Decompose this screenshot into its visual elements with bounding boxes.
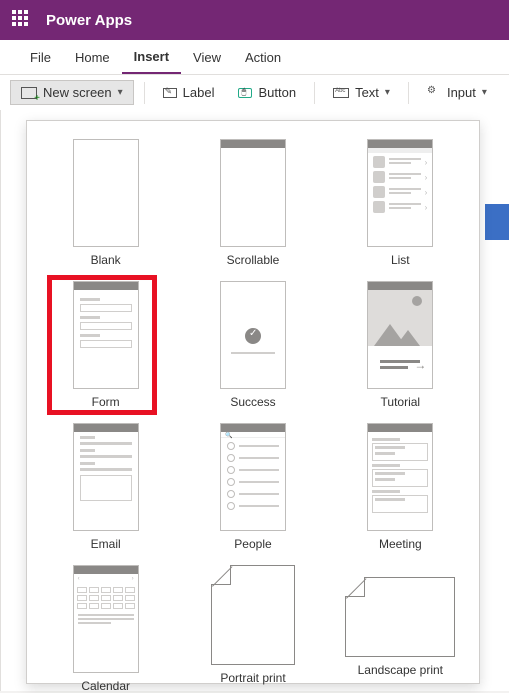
thumb-people: 🔍	[220, 423, 286, 531]
button-text: Button	[258, 85, 296, 100]
template-form[interactable]: Form	[37, 281, 174, 409]
check-icon	[245, 328, 261, 344]
label-people: People	[234, 537, 271, 551]
template-people[interactable]: 🔍 People	[184, 423, 321, 551]
menu-action[interactable]: Action	[233, 42, 293, 73]
template-success[interactable]: Success	[184, 281, 321, 409]
screen-icon	[21, 87, 37, 99]
label-tutorial: Tutorial	[381, 395, 421, 409]
input-label: Input	[447, 85, 476, 100]
new-screen-button[interactable]: New screen ▾	[10, 80, 134, 105]
thumb-email	[73, 423, 139, 531]
thumb-success	[220, 281, 286, 389]
input-icon	[427, 88, 441, 98]
label-button[interactable]: Label	[155, 81, 223, 104]
app-title: Power Apps	[46, 12, 132, 29]
template-calendar[interactable]: ‹› Calendar	[37, 565, 174, 693]
template-email[interactable]: Email	[37, 423, 174, 551]
thumb-meeting	[367, 423, 433, 531]
separator	[408, 82, 409, 104]
thumb-blank	[73, 139, 139, 247]
thumb-portrait-print	[211, 565, 295, 665]
chevron-down-icon: ▾	[385, 87, 390, 98]
menu-bar: File Home Insert View Action	[0, 40, 509, 74]
chevron-down-icon: ▾	[118, 87, 123, 98]
template-list[interactable]: › › › › List	[332, 139, 469, 267]
text-dropdown[interactable]: Text ▾	[325, 81, 398, 104]
selected-row-indicator	[485, 204, 509, 240]
template-meeting[interactable]: Meeting	[332, 423, 469, 551]
thumb-landscape-print	[345, 577, 455, 657]
menu-home[interactable]: Home	[63, 42, 122, 73]
label-email: Email	[91, 537, 121, 551]
label-meeting: Meeting	[379, 537, 422, 551]
input-dropdown[interactable]: Input ▾	[419, 81, 495, 104]
new-screen-label: New screen	[43, 85, 112, 100]
template-portrait-print[interactable]: Portrait print	[184, 565, 321, 693]
text-icon	[333, 88, 349, 98]
arrow-right-icon: →	[414, 358, 426, 372]
template-tutorial[interactable]: → Tutorial	[332, 281, 469, 409]
thumb-calendar: ‹›	[73, 565, 139, 673]
button-button[interactable]: Button	[230, 81, 304, 104]
thumb-tutorial: →	[367, 281, 433, 389]
menu-view[interactable]: View	[181, 42, 233, 73]
template-blank[interactable]: Blank	[37, 139, 174, 267]
label-text: Label	[183, 85, 215, 100]
label-landscape-print: Landscape print	[358, 663, 443, 677]
text-label: Text	[355, 85, 379, 100]
chevron-down-icon: ▾	[482, 87, 487, 98]
label-success: Success	[230, 395, 275, 409]
template-landscape-print[interactable]: Landscape print	[332, 565, 469, 693]
label-form: Form	[92, 395, 120, 409]
separator	[314, 82, 315, 104]
separator	[144, 82, 145, 104]
label-scrollable: Scrollable	[227, 253, 280, 267]
label-list: List	[391, 253, 410, 267]
label-blank: Blank	[91, 253, 121, 267]
menu-insert[interactable]: Insert	[122, 41, 181, 74]
label-icon	[163, 88, 177, 98]
thumb-scrollable	[220, 139, 286, 247]
thumb-list: › › › ›	[367, 139, 433, 247]
new-screen-dropdown: Blank Scrollable › › › › List	[26, 120, 480, 684]
label-portrait-print: Portrait print	[220, 671, 285, 685]
waffle-icon[interactable]	[12, 10, 32, 30]
toolbar: New screen ▾ Label Button Text ▾ Input ▾	[0, 74, 509, 110]
template-scrollable[interactable]: Scrollable	[184, 139, 321, 267]
thumb-form	[73, 281, 139, 389]
title-bar: Power Apps	[0, 0, 509, 40]
menu-file[interactable]: File	[18, 42, 63, 73]
button-icon	[238, 88, 252, 98]
